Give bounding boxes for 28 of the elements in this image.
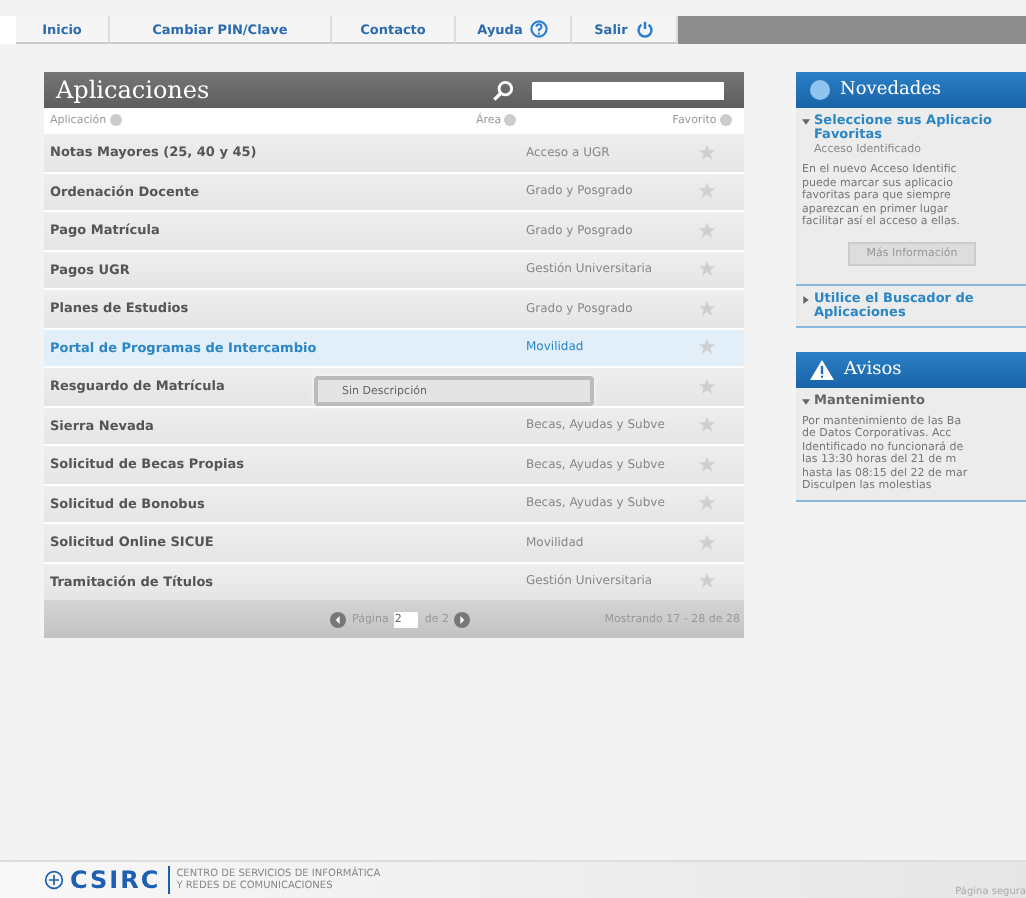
warning-icon xyxy=(810,359,834,379)
star-icon[interactable] xyxy=(698,182,716,201)
star-icon[interactable] xyxy=(698,299,716,318)
search-field[interactable] xyxy=(532,81,724,99)
previous-icon[interactable] xyxy=(330,611,346,627)
next-icon[interactable] xyxy=(454,611,471,627)
box-title: Novedades xyxy=(840,80,942,100)
star-icon[interactable] xyxy=(698,260,716,279)
search-icon[interactable] xyxy=(492,79,514,101)
star-icon[interactable] xyxy=(698,533,716,552)
star-icon[interactable] xyxy=(698,221,716,240)
star-icon[interactable] xyxy=(698,455,716,474)
logo-text: CSIRC xyxy=(70,866,171,894)
box-title: Avisos xyxy=(844,359,902,379)
panel-title: Aplicaciones xyxy=(56,76,212,104)
help-icon xyxy=(530,20,549,38)
expand-icon[interactable] xyxy=(802,291,810,303)
expand-icon[interactable] xyxy=(802,114,810,126)
star-icon[interactable] xyxy=(698,494,716,513)
emblem-icon xyxy=(44,870,64,890)
circle-icon xyxy=(810,80,830,100)
star-icon[interactable] xyxy=(698,416,716,435)
star-icon[interactable] xyxy=(698,143,716,162)
power-icon xyxy=(635,20,654,38)
star-icon[interactable] xyxy=(698,338,716,357)
star-icon[interactable] xyxy=(698,572,716,591)
expand-icon[interactable] xyxy=(802,393,810,405)
star-icon[interactable] xyxy=(697,377,716,396)
